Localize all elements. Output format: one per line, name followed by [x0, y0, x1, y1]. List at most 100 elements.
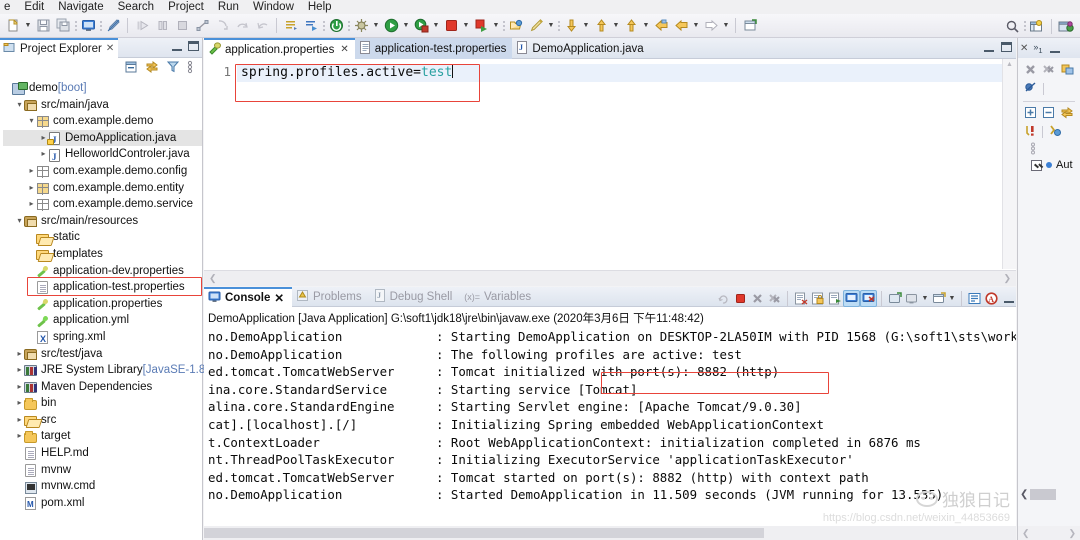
tab-project-explorer[interactable]: Project Explorer ✕: [0, 37, 119, 58]
tree-item[interactable]: HELP.md: [3, 445, 202, 462]
tree-item[interactable]: com.example.demo: [3, 113, 202, 130]
run-external-tools-icon[interactable]: [411, 16, 431, 36]
link-with-editor-icon[interactable]: [1060, 106, 1074, 122]
console-output[interactable]: no.DemoApplication: Starting DemoApplica…: [204, 328, 1016, 526]
display-console-dropdown-arrow[interactable]: ▼: [920, 288, 930, 308]
quick-access-pen-icon[interactable]: [103, 16, 123, 36]
word-wrap-icon[interactable]: [966, 290, 983, 307]
minimize-icon[interactable]: [1004, 293, 1014, 303]
pin-console-icon[interactable]: [826, 290, 843, 307]
tree-item[interactable]: application-test.properties: [3, 279, 202, 296]
menu-item-file[interactable]: e: [2, 0, 17, 14]
tab-console[interactable]: Console ✕: [204, 286, 293, 307]
tree-item[interactable]: src/test/java: [3, 346, 202, 363]
chevron-right-icon[interactable]: [15, 428, 24, 445]
run-as-dropdown-arrow[interactable]: ▼: [491, 16, 501, 36]
tree-item[interactable]: mvnw.cmd: [3, 478, 202, 495]
prev-edit-up2-icon[interactable]: [621, 16, 641, 36]
new-icon[interactable]: [3, 16, 23, 36]
remove-launch-icon[interactable]: [749, 290, 766, 307]
scroll-right-arrow-icon[interactable]: ❯: [1003, 273, 1011, 284]
tree-item[interactable]: src/main/java: [3, 97, 202, 114]
prev-edit2-dropdown-arrow[interactable]: ▼: [641, 16, 651, 36]
tree-item[interactable]: DemoApplication.java: [3, 129, 202, 149]
editor-tab-demoapplication-java[interactable]: J DemoApplication.java: [512, 38, 649, 59]
maximize-icon[interactable]: [188, 41, 199, 51]
stop-icon[interactable]: [441, 16, 461, 36]
add-java-exception-icon[interactable]: [1048, 124, 1062, 140]
editor-vertical-scrollbar[interactable]: ▲: [1002, 59, 1016, 269]
clear-console-icon[interactable]: [792, 290, 809, 307]
debug-dropdown-arrow[interactable]: ▼: [371, 16, 381, 36]
tab-variables[interactable]: (x)= Variables: [460, 287, 539, 307]
console-horizontal-scrollbar[interactable]: [204, 526, 1016, 540]
tab-debug-shell[interactable]: J Debug Shell: [370, 287, 461, 307]
tree-item[interactable]: com.example.demo.config: [3, 163, 202, 180]
chevron-down-icon[interactable]: [15, 97, 24, 114]
chevron-right-icon[interactable]: [15, 346, 24, 363]
minimize-icon[interactable]: [172, 41, 182, 51]
chevron-left-icon[interactable]: ❮: [1020, 489, 1028, 500]
view-menu-icon[interactable]: [187, 60, 193, 77]
run-dropdown-arrow[interactable]: ▼: [401, 16, 411, 36]
tree-item[interactable]: application.yml: [3, 312, 202, 329]
search-pen-dropdown-arrow[interactable]: ▼: [546, 16, 556, 36]
skip-breakpoints-icon[interactable]: [1024, 81, 1038, 97]
chevron-right-icon[interactable]: [15, 395, 24, 412]
resume-icon[interactable]: [132, 16, 152, 36]
tree-item[interactable]: pom.xml: [3, 495, 202, 514]
close-icon[interactable]: ✕: [106, 43, 114, 54]
tree-item[interactable]: application.properties: [3, 296, 202, 313]
tree-item[interactable]: JRE System Library [JavaSE-1.8]: [3, 362, 208, 379]
save-icon[interactable]: [33, 16, 53, 36]
project-tree[interactable]: demo [boot]src/main/javacom.example.demo…: [0, 78, 208, 514]
prev-edit-up-icon[interactable]: [591, 16, 611, 36]
chevron-right-icon[interactable]: [15, 412, 24, 429]
open-perspective-icon[interactable]: [1056, 16, 1076, 36]
editor-horizontal-scrollbar[interactable]: ❮ ❯: [204, 270, 1016, 286]
tree-item[interactable]: templates: [3, 246, 202, 263]
show-console-on-error-icon[interactable]: [860, 289, 877, 307]
auto-checkbox[interactable]: [1031, 159, 1042, 171]
tree-item[interactable]: src/main/resources: [3, 213, 202, 230]
chevron-right-icon[interactable]: [15, 362, 24, 379]
tree-item[interactable]: bin: [3, 395, 202, 412]
forward-dropdown-arrow[interactable]: ▼: [721, 16, 731, 36]
editor-tab-application-test-properties[interactable]: application-test.properties: [354, 38, 513, 59]
collapse-all-icon[interactable]: [1042, 106, 1055, 122]
disconnect-icon[interactable]: [192, 16, 212, 36]
tab-problems[interactable]: Problems: [292, 287, 370, 307]
stop-debug-icon[interactable]: [172, 16, 192, 36]
collapse-all-icon[interactable]: [124, 60, 138, 77]
open-console-icon[interactable]: [886, 290, 903, 307]
remove-all-icon[interactable]: [1042, 63, 1056, 79]
remove-icon[interactable]: [1024, 63, 1037, 79]
tree-item[interactable]: static: [3, 229, 202, 246]
tree-item[interactable]: application-dev.properties: [3, 263, 202, 280]
prev-edit-dropdown-arrow[interactable]: ▼: [611, 16, 621, 36]
open-type-icon[interactable]: [506, 16, 526, 36]
tree-item[interactable]: Maven Dependencies: [3, 379, 202, 396]
search-icon[interactable]: [1002, 16, 1022, 36]
next-edit-down-icon[interactable]: [561, 16, 581, 36]
minimize-icon[interactable]: [1049, 43, 1060, 53]
display-selected-console-icon[interactable]: [903, 290, 920, 307]
back-icon[interactable]: [651, 16, 671, 36]
scroll-up-arrow-icon[interactable]: ▲: [1006, 61, 1013, 68]
terminal-icon[interactable]: [78, 16, 98, 36]
link-breakpoints-icon[interactable]: [1061, 63, 1075, 79]
scroll-left-arrow-icon[interactable]: ❮: [1022, 528, 1030, 539]
chevron-right-icon[interactable]: [27, 180, 36, 197]
power-icon[interactable]: [326, 16, 346, 36]
minimize-icon[interactable]: [984, 42, 994, 52]
close-icon[interactable]: ✕: [274, 291, 284, 305]
scroll-left-arrow-icon[interactable]: ❮: [209, 273, 217, 284]
menu-item-window[interactable]: Window: [246, 0, 301, 14]
breakpoint-exception-icon[interactable]: [1024, 124, 1037, 140]
right-panel-collapse-control[interactable]: ❮: [1020, 489, 1057, 500]
editor-tab-application-properties[interactable]: application.properties ✕: [204, 38, 355, 59]
search-pen-icon[interactable]: [526, 16, 546, 36]
relaunch-icon[interactable]: [715, 290, 732, 307]
chevron-right-icon[interactable]: [39, 146, 48, 163]
chevron-right-icon[interactable]: [27, 163, 36, 180]
